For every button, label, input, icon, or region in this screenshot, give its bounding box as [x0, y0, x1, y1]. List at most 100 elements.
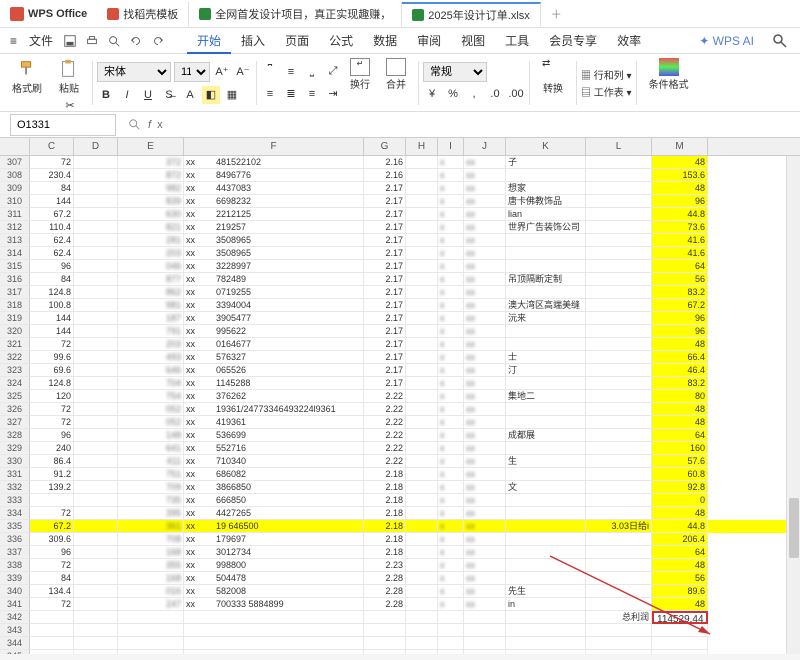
cell[interactable]	[506, 559, 586, 572]
cell[interactable]	[586, 559, 652, 572]
cell[interactable]: 99.6	[30, 351, 74, 364]
cell[interactable]: 148	[118, 429, 184, 442]
cell[interactable]	[506, 247, 586, 260]
table-row[interactable]: 31462.4203xx35089652.17xxx41.6	[0, 247, 800, 260]
percent-icon[interactable]: %	[444, 85, 462, 103]
cell[interactable]	[74, 247, 118, 260]
ribbon-tab-公式[interactable]: 公式	[319, 28, 363, 54]
cell[interactable]: xx	[464, 234, 506, 247]
cell[interactable]: xx376262	[184, 390, 364, 403]
ribbon-tab-审阅[interactable]: 审阅	[407, 28, 451, 54]
cell[interactable]: xx3012734	[184, 546, 364, 559]
cell[interactable]: 240	[30, 442, 74, 455]
cell[interactable]	[74, 559, 118, 572]
cell[interactable]: xx3866850	[184, 481, 364, 494]
cell[interactable]: xx666850	[184, 494, 364, 507]
cell[interactable]: 493	[118, 351, 184, 364]
cell[interactable]	[586, 299, 652, 312]
cell[interactable]: 641	[118, 442, 184, 455]
table-row[interactable]: 31362.4281xx35089652.17xxx41.6	[0, 234, 800, 247]
cell[interactable]: 046	[118, 260, 184, 273]
row-header[interactable]: 310	[0, 195, 30, 208]
cell[interactable]	[74, 494, 118, 507]
cell[interactable]	[74, 195, 118, 208]
cell[interactable]: xx	[464, 403, 506, 416]
row-header[interactable]: 338	[0, 559, 30, 572]
cell[interactable]: 86.4	[30, 455, 74, 468]
cell[interactable]: x	[438, 208, 464, 221]
cell[interactable]: x	[438, 585, 464, 598]
cell[interactable]: 想家	[506, 182, 586, 195]
cell[interactable]: 96	[652, 312, 708, 325]
cell[interactable]: 80	[652, 390, 708, 403]
file-menu[interactable]: 文件	[23, 32, 59, 49]
cell[interactable]: xx	[464, 533, 506, 546]
cell[interactable]: 72	[30, 598, 74, 611]
table-row[interactable]: 33472395xx44272652.18xxx48	[0, 507, 800, 520]
cell[interactable]	[74, 481, 118, 494]
row-header[interactable]: 307	[0, 156, 30, 169]
cell[interactable]: 2.17	[364, 273, 406, 286]
table-row[interactable]: 332139.2709xx38668502.18xxx文92.8	[0, 481, 800, 494]
vertical-scrollbar[interactable]	[786, 156, 800, 654]
cell[interactable]: xx686082	[184, 468, 364, 481]
cell[interactable]	[586, 377, 652, 390]
cell[interactable]: xx	[464, 260, 506, 273]
cell[interactable]: 48	[652, 156, 708, 169]
cell[interactable]	[506, 494, 586, 507]
cell[interactable]: xx3508965	[184, 234, 364, 247]
row-header[interactable]: 340	[0, 585, 30, 598]
fill-color-button[interactable]: ◧	[202, 86, 220, 104]
cell[interactable]: 2.16	[364, 156, 406, 169]
cell[interactable]: 士	[506, 351, 586, 364]
cell[interactable]	[506, 533, 586, 546]
cell[interactable]: 2.22	[364, 455, 406, 468]
align-right-icon[interactable]: ≡	[303, 85, 321, 103]
cell[interactable]: 309.6	[30, 533, 74, 546]
cell[interactable]: 吊顶隔断定制	[506, 273, 586, 286]
italic-button[interactable]: I	[118, 86, 136, 104]
cell[interactable]: xx	[464, 169, 506, 182]
cell[interactable]	[406, 390, 438, 403]
cell[interactable]: 862	[118, 286, 184, 299]
align-bottom-icon[interactable]: ⎵	[303, 63, 321, 81]
cell[interactable]	[74, 390, 118, 403]
cell[interactable]: 72	[30, 507, 74, 520]
cell[interactable]: xx4437083	[184, 182, 364, 195]
cut-icon[interactable]: ✂	[61, 97, 79, 115]
cell[interactable]: 89.6	[652, 585, 708, 598]
cell[interactable]: 2.28	[364, 572, 406, 585]
merge-cells-button[interactable]: 合并	[382, 56, 410, 93]
cell[interactable]	[506, 338, 586, 351]
cell[interactable]: 2.22	[364, 416, 406, 429]
cell[interactable]: 2.17	[364, 195, 406, 208]
table-row[interactable]: 308230.4872xx84967762.16xxx153.6	[0, 169, 800, 182]
cell[interactable]: in	[506, 598, 586, 611]
cell[interactable]: 134.4	[30, 585, 74, 598]
cell[interactable]	[406, 416, 438, 429]
underline-button[interactable]: U	[139, 86, 157, 104]
cell[interactable]: x	[438, 338, 464, 351]
table-row[interactable]: 325120754xx3762622.22xxx集地二80	[0, 390, 800, 403]
cell[interactable]: 60.8	[652, 468, 708, 481]
cell[interactable]	[586, 169, 652, 182]
cell[interactable]: xx	[464, 546, 506, 559]
ribbon-tab-开始[interactable]: 开始	[187, 28, 231, 54]
cell[interactable]: 96	[652, 195, 708, 208]
table-row[interactable]: 33567.2361xx19 6465002.18xxx3.03日给i44.8	[0, 520, 800, 533]
ribbon-tab-页面[interactable]: 页面	[275, 28, 319, 54]
cell[interactable]	[506, 546, 586, 559]
cell[interactable]: 735	[118, 494, 184, 507]
row-header[interactable]: 315	[0, 260, 30, 273]
cell[interactable]	[74, 208, 118, 221]
currency-icon[interactable]: ¥	[423, 85, 441, 103]
cell[interactable]: 168	[118, 572, 184, 585]
save-icon[interactable]	[62, 33, 78, 49]
cell[interactable]: xx4427265	[184, 507, 364, 520]
cell[interactable]: 2.17	[364, 247, 406, 260]
cell[interactable]	[74, 598, 118, 611]
cell[interactable]: x	[438, 455, 464, 468]
cell[interactable]: 集地二	[506, 390, 586, 403]
cell[interactable]: x	[438, 507, 464, 520]
cell[interactable]: 先生	[506, 585, 586, 598]
